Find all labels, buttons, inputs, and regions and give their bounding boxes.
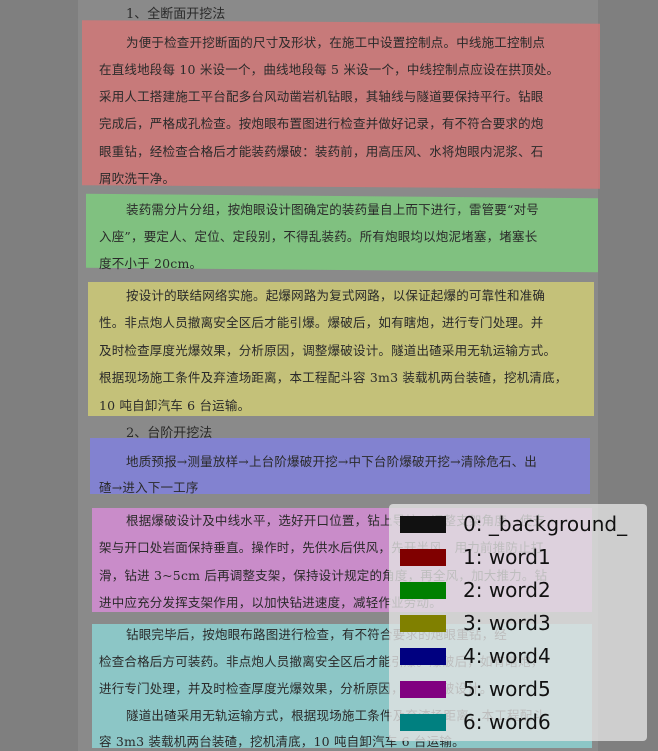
text-line: 入座”，要定人、定位、定段别，不得乱装药。所有炮眼均以炮泥堵塞，堵塞长 [99, 229, 538, 244]
legend-item: 2: word2 [389, 576, 551, 604]
text-line: 及时检查厚度光爆效果，分析原因，调整爆破设计。隧道出碴采用无轨运输方式。 [99, 343, 557, 358]
legend-label: 2: word2 [463, 578, 551, 602]
legend-label: 0: _background_ [463, 512, 628, 536]
text-line: 性。非点炮人员撤离安全区后才能引爆。爆破后，如有瞎炮，进行专门处理。并 [99, 315, 544, 330]
legend-item: 5: word5 [389, 675, 551, 703]
text-line: 按设计的联结网络实施。起爆网路为复式网路，以保证起爆的可靠性和准确 [126, 288, 546, 303]
legend-label: 5: word5 [463, 677, 551, 701]
text-line: 在直线地段每 10 米设一个，曲线地段每 5 米设一个，中线控制点应设在拱顶处。 [99, 62, 560, 77]
color-swatch [400, 581, 446, 599]
text-line: 屑吹洗干净。 [99, 171, 176, 186]
legend-item: 4: word4 [389, 642, 551, 670]
legend-item: 1: word1 [389, 543, 551, 571]
color-swatch [400, 614, 446, 632]
legend-item: 3: word3 [389, 609, 551, 637]
class-legend: 0: _background_ 1: word1 2: word2 3: wor… [389, 504, 647, 741]
text-line: 度不小于 20cm。 [99, 256, 203, 271]
text-line: 地质预报→测量放样→上台阶爆破开挖→中下台阶爆破开挖→清除危石、出 [126, 454, 537, 469]
text-line: 完成后，严格成孔检查。按炮眼布置图进行检查并做好记录，有不符合要求的炮 [99, 116, 544, 131]
section-heading-full-face: 1、全断面开挖法 [126, 7, 226, 22]
legend-label: 4: word4 [463, 644, 551, 668]
text-line: 装药需分片分组，按炮眼设计图确定的装药量自上而下进行，雷管要“对号 [126, 202, 539, 217]
legend-label: 3: word3 [463, 611, 551, 635]
text-line: 眼重钻，经检查合格后才能装药爆破：装药前，用高压风、水将炮眼内泥浆、石 [99, 144, 544, 159]
legend-label: 6: word6 [463, 710, 551, 734]
color-swatch [400, 680, 446, 698]
text-line: 碴→进入下一工序 [99, 480, 199, 495]
text-line: 10 吨自卸汽车 6 台运输。 [99, 398, 251, 413]
legend-item: 0: _background_ [389, 510, 627, 538]
text-line: 采用人工搭建施工平台配多台风动凿岩机钻眼，其轴线与隧道要保持平行。钻眼 [99, 89, 544, 104]
legend-label: 1: word1 [463, 545, 551, 569]
color-swatch [400, 515, 446, 533]
legend-item: 6: word6 [389, 708, 551, 736]
color-swatch [400, 548, 446, 566]
color-swatch [400, 713, 446, 731]
text-line: 根据现场施工条件及弃渣场距离，本工程配斗容 3m3 装载机两台装碴，挖机清底， [99, 370, 568, 385]
text-line: 为便于检查开挖断面的尺寸及形状，在施工中设置控制点。中线施工控制点 [126, 35, 546, 50]
color-swatch [400, 647, 446, 665]
section-heading-bench: 2、台阶开挖法 [126, 426, 213, 441]
